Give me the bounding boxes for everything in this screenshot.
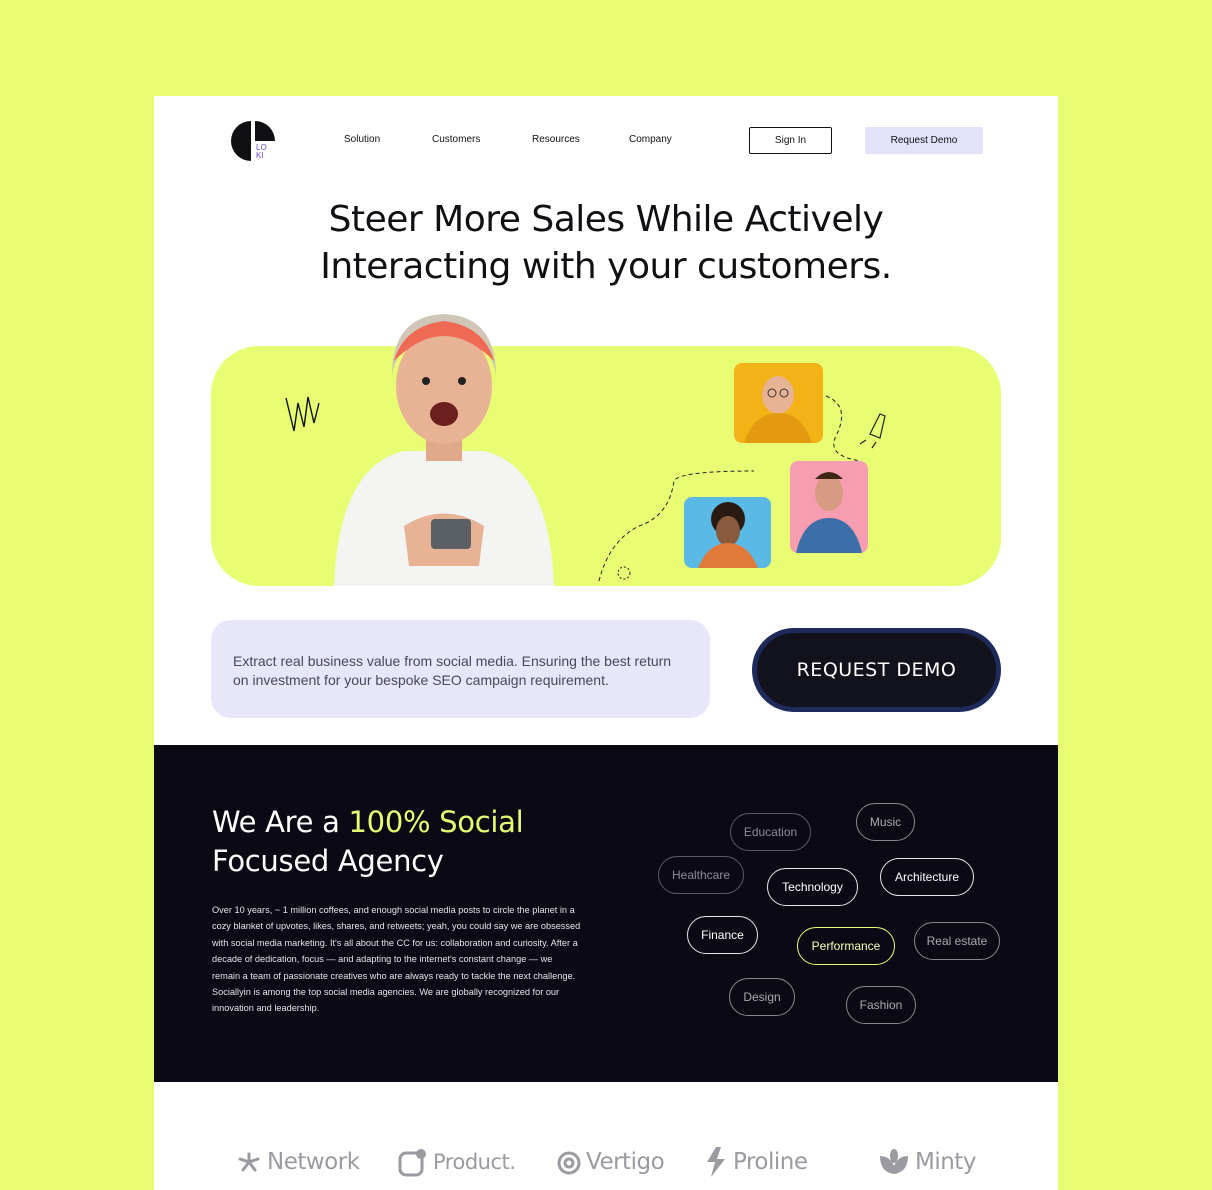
minty-leaf-icon bbox=[880, 1149, 908, 1174]
about-section: We Are a 100% Social Focused Agency Over… bbox=[154, 745, 1058, 1082]
partner-logo-minty: Minty bbox=[878, 1142, 976, 1182]
about-description: Over 10 years, ~ 1 million coffees, and … bbox=[212, 905, 581, 1014]
nav-resources[interactable]: Resources bbox=[532, 134, 580, 145]
sign-in-button[interactable]: Sign In bbox=[749, 127, 832, 154]
tag-education[interactable]: Education bbox=[730, 813, 811, 851]
brand-logo[interactable]: LO KI bbox=[231, 121, 275, 161]
about-title: We Are a 100% Social Focused Agency bbox=[212, 805, 524, 878]
partner-logo-product: Product. bbox=[398, 1142, 516, 1182]
customer-photo-blue bbox=[684, 497, 771, 568]
tag-technology[interactable]: Technology bbox=[767, 868, 858, 906]
tag-finance[interactable]: Finance bbox=[687, 916, 758, 954]
svg-text:KI: KI bbox=[256, 151, 264, 160]
tag-architecture[interactable]: Architecture bbox=[880, 858, 974, 896]
partner-logo-network: Network bbox=[236, 1142, 360, 1182]
nav-customers[interactable]: Customers bbox=[432, 134, 480, 145]
hero-headline: Steer More Sales While Actively Interact… bbox=[320, 199, 892, 287]
excited-woman-photo bbox=[334, 314, 554, 586]
nav-company[interactable]: Company bbox=[629, 134, 672, 145]
customer-photo-pink bbox=[790, 461, 868, 553]
tag-performance[interactable]: Performance bbox=[797, 927, 895, 965]
tag-music[interactable]: Music bbox=[856, 803, 915, 841]
partner-logo-vertigo: Vertigo bbox=[557, 1142, 665, 1182]
value-proposition-box: Extract real business value from social … bbox=[211, 620, 710, 718]
nav-solution[interactable]: Solution bbox=[344, 134, 380, 145]
proline-icon bbox=[707, 1147, 725, 1177]
tag-healthcare[interactable]: Healthcare bbox=[658, 856, 744, 894]
tag-design[interactable]: Design bbox=[729, 978, 795, 1016]
landing-page: LO KI Solution Customers Resources Compa… bbox=[154, 96, 1058, 1190]
customer-photo-yellow bbox=[734, 363, 823, 443]
request-demo-cta-button[interactable]: REQUEST DEMO bbox=[752, 628, 1001, 712]
product-icon bbox=[398, 1149, 426, 1177]
tag-fashion[interactable]: Fashion bbox=[846, 986, 916, 1024]
tag-real-estate[interactable]: Real estate bbox=[914, 922, 1000, 960]
network-icon bbox=[238, 1152, 260, 1172]
request-demo-header-button[interactable]: Request Demo bbox=[865, 127, 983, 154]
vertigo-icon bbox=[557, 1151, 581, 1175]
partner-logo-proline: Proline bbox=[704, 1142, 808, 1182]
